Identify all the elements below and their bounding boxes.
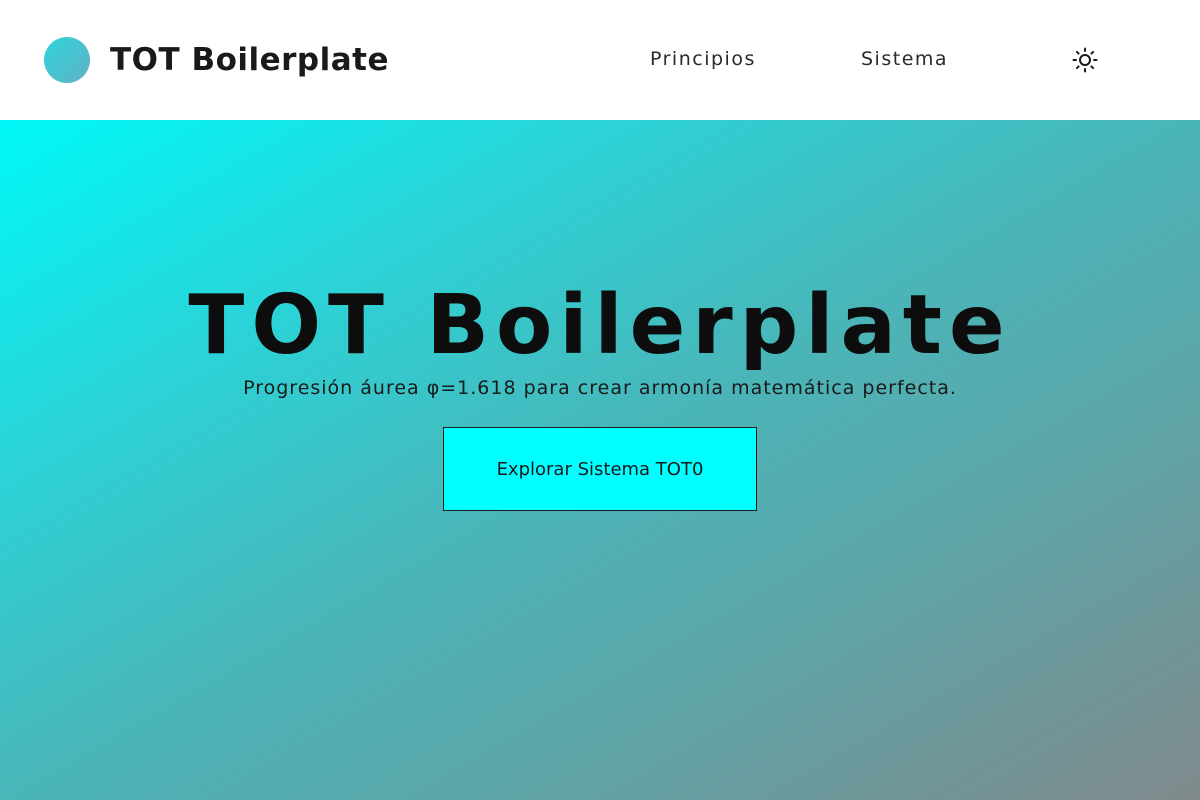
site-header: TOT Boilerplate Principios Sistema [0,0,1200,120]
circle-logo-icon [44,37,90,83]
hero-title: TOT Boilerplate [188,278,1012,373]
explore-system-button[interactable]: Explorar Sistema TOT0 [443,427,757,511]
hero-section: TOT Boilerplate Progresión áurea φ=1.618… [0,120,1200,800]
nav-link-sistema[interactable]: Sistema [861,48,948,70]
theme-toggle-button[interactable] [1071,46,1099,74]
brand-name: TOT Boilerplate [110,42,390,78]
sun-icon [1072,47,1098,73]
brand-link[interactable]: TOT Boilerplate [44,37,389,83]
hero-subtitle: Progresión áurea φ=1.618 para crear armo… [243,377,957,399]
nav-link-principios[interactable]: Principios [650,48,756,70]
